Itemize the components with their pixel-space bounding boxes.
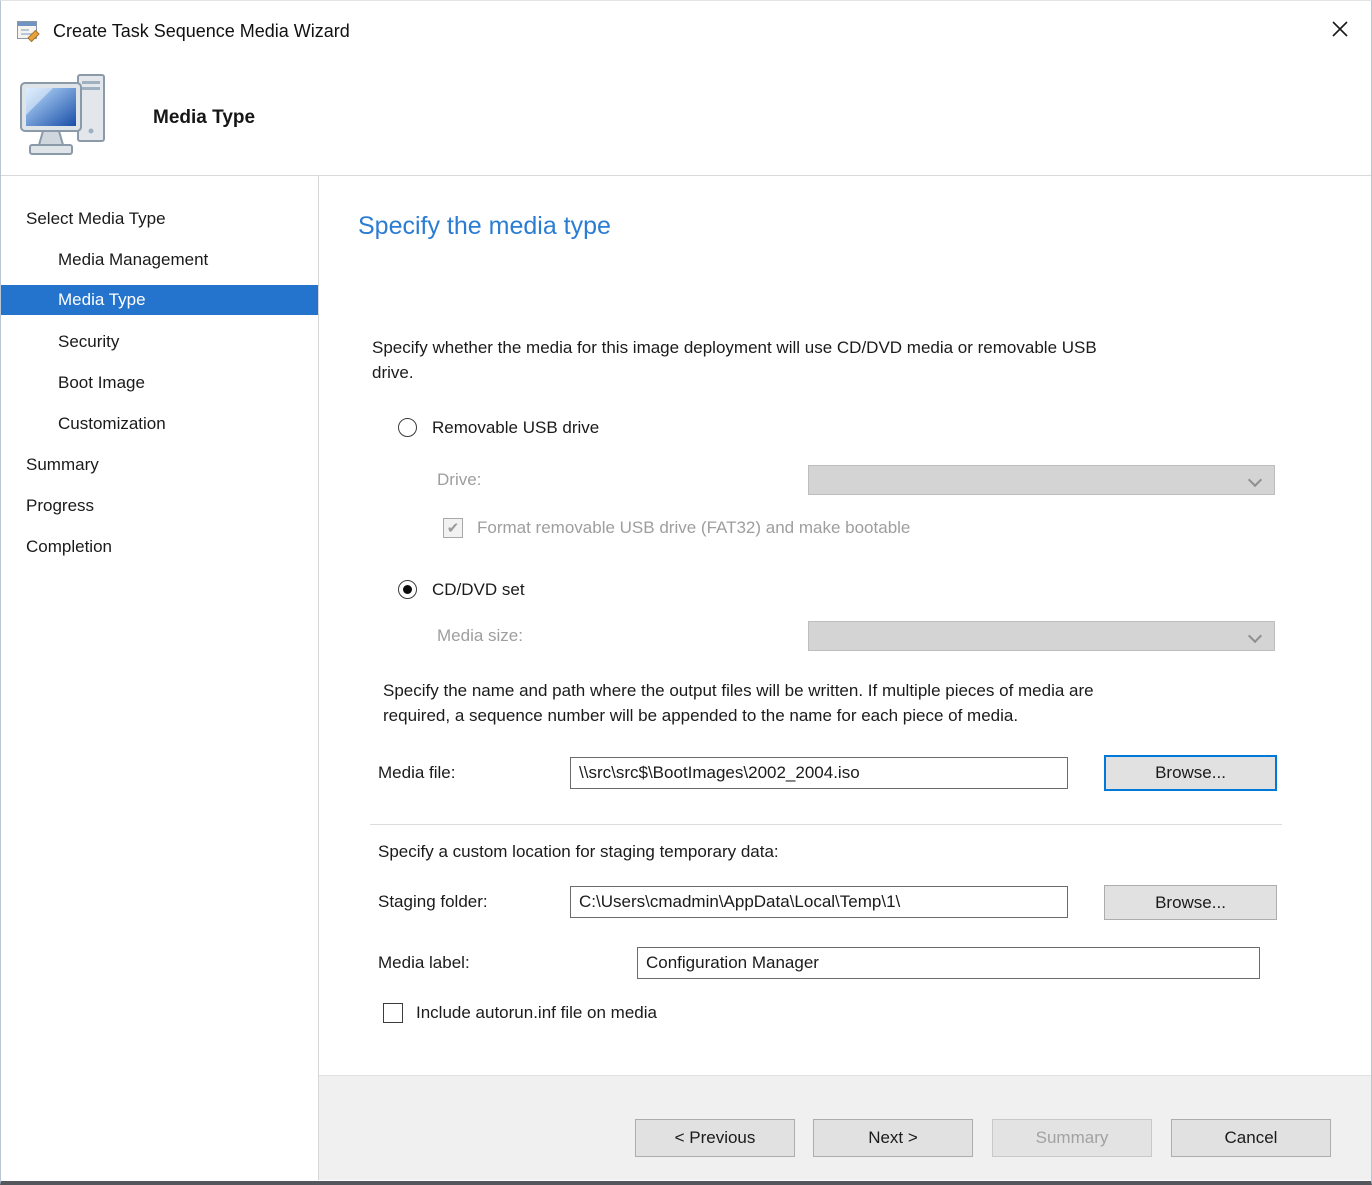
format-usb-checkbox-label: Format removable USB drive (FAT32) and m…	[477, 516, 910, 540]
intro-text: Specify whether the media for this image…	[372, 335, 1312, 385]
staging-note: Specify a custom location for staging te…	[378, 841, 1278, 862]
next-button[interactable]: Next >	[813, 1119, 973, 1157]
media-label-input[interactable]	[637, 947, 1260, 979]
close-button[interactable]	[1311, 1, 1369, 57]
media-size-label: Media size:	[437, 621, 523, 651]
section-heading: Specify the media type	[358, 212, 611, 241]
sidebar-item-customization: Customization	[1, 403, 318, 444]
staging-folder-input[interactable]	[570, 886, 1068, 918]
sidebar-item-media-type: Media Type	[1, 285, 318, 315]
usb-drive-radio-label[interactable]: Removable USB drive	[432, 416, 599, 440]
close-icon	[1332, 21, 1348, 37]
format-usb-checkbox	[443, 518, 463, 538]
computer-icon	[17, 69, 117, 172]
wizard-header: Media Type	[1, 61, 1371, 176]
wizard-page: Specify the media type Specify whether t…	[319, 176, 1371, 1180]
sidebar-item-completion: Completion	[1, 526, 318, 567]
sidebar-item-security: Security	[1, 321, 318, 362]
autorun-checkbox[interactable]	[383, 1003, 403, 1023]
browse-media-file-button[interactable]: Browse...	[1104, 755, 1277, 791]
browse-staging-folder-button[interactable]: Browse...	[1104, 885, 1277, 920]
cd-dvd-radio[interactable]	[398, 580, 417, 599]
autorun-checkbox-label[interactable]: Include autorun.inf file on media	[416, 1001, 657, 1025]
media-file-label: Media file:	[378, 757, 455, 789]
cd-dvd-radio-label[interactable]: CD/DVD set	[432, 578, 525, 602]
sidebar-item-select-media-type: Select Media Type	[1, 198, 318, 239]
section-divider	[370, 824, 1282, 825]
media-file-input[interactable]	[570, 757, 1068, 789]
sidebar-item-progress: Progress	[1, 485, 318, 526]
summary-button: Summary	[992, 1119, 1152, 1157]
cancel-button[interactable]: Cancel	[1171, 1119, 1331, 1157]
titlebar: Create Task Sequence Media Wizard	[1, 1, 1371, 61]
staging-folder-label: Staging folder:	[378, 886, 488, 918]
media-size-select	[808, 621, 1275, 651]
sidebar-item-boot-image: Boot Image	[1, 362, 318, 403]
usb-drive-radio[interactable]	[398, 418, 417, 437]
page-title: Media Type	[153, 61, 255, 175]
drive-select	[808, 465, 1275, 495]
output-note: Specify the name and path where the outp…	[383, 678, 1323, 728]
wizard-icon	[15, 18, 41, 44]
drive-label: Drive:	[437, 465, 481, 495]
wizard-step-list: Select Media Type Media Management Media…	[1, 176, 319, 1180]
media-label-label: Media label:	[378, 947, 470, 979]
window-title: Create Task Sequence Media Wizard	[53, 21, 350, 42]
sidebar-item-media-management: Media Management	[1, 239, 318, 280]
wizard-window: Create Task Sequence Media Wizard	[0, 0, 1372, 1185]
sidebar-item-summary: Summary	[1, 444, 318, 485]
previous-button[interactable]: < Previous	[635, 1119, 795, 1157]
